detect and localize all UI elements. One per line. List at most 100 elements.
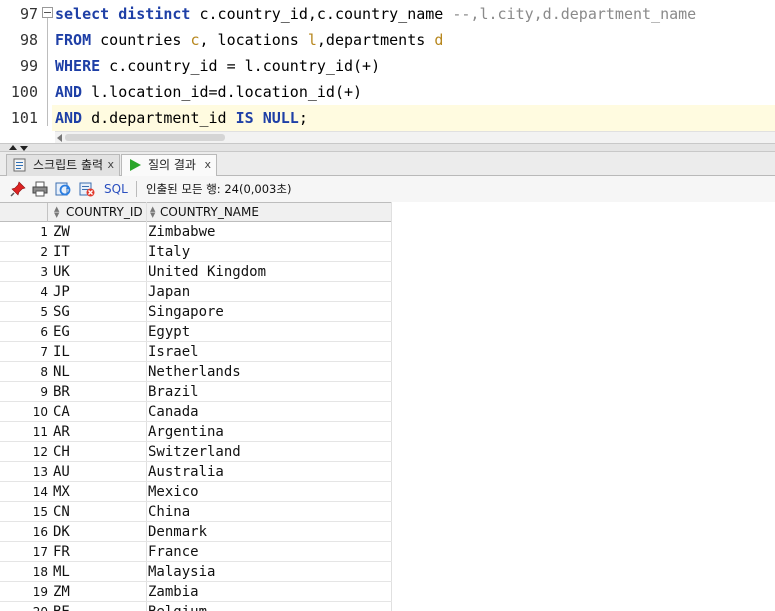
row-number: 14 [32,485,48,499]
table-row[interactable]: 9 BR Brazil [0,382,392,402]
line-number: 100 [10,83,38,101]
code-line[interactable]: WHERE c.country_id = l.country_id(+) [55,53,380,79]
country-name-cell[interactable]: Denmark [148,522,207,542]
code-text: d.department_id [82,109,236,127]
country-id-cell[interactable]: BE [53,602,70,611]
tab-label: 질의 결과 [148,158,196,172]
code-line[interactable]: AND l.location_id=d.location_id(+) [55,79,362,105]
country-name-cell[interactable]: Singapore [148,302,224,322]
country-name-cell[interactable]: Malaysia [148,562,215,582]
table-alias: d [434,31,444,49]
country-name-cell[interactable]: France [148,542,199,562]
row-number: 12 [32,445,48,459]
country-id-cell[interactable]: SG [53,302,70,322]
country-name-cell[interactable]: Argentina [148,422,224,442]
table-row[interactable]: 2 IT Italy [0,242,392,262]
country-id-cell[interactable]: CA [53,402,70,422]
country-id-cell[interactable]: JP [53,282,70,302]
country-name-cell[interactable]: Italy [148,242,190,262]
table-row[interactable]: 10 CA Canada [0,402,392,422]
pane-splitter[interactable] [0,143,775,152]
table-row[interactable]: 19 ZM Zambia [0,582,392,602]
editor-horizontal-scrollbar[interactable] [55,131,775,143]
country-id-cell[interactable]: ML [53,562,70,582]
country-name-cell[interactable]: Zambia [148,582,199,602]
row-number: 16 [32,525,48,539]
fetch-status: 인출된 모든 행: 24(0,003초) [146,182,292,196]
column-header-country-id[interactable]: ▲ ▼ COUNTRY_ID [48,203,147,222]
collapse-up-icon[interactable] [9,145,17,150]
table-row[interactable]: 11 AR Argentina [0,422,392,442]
country-id-cell[interactable]: UK [53,262,70,282]
scroll-left-icon[interactable] [57,134,62,142]
row-number: 5 [40,305,48,319]
table-row[interactable]: 15 CN China [0,502,392,522]
country-id-cell[interactable]: AU [53,462,70,482]
country-id-cell[interactable]: BR [53,382,70,402]
code-line[interactable]: FROM countries c, locations l,department… [55,27,443,53]
pin-icon[interactable] [10,181,26,197]
table-row[interactable]: 3 UK United Kingdom [0,262,392,282]
code-line[interactable]: select distinct c.country_id,c.country_n… [55,1,696,27]
country-name-cell[interactable]: Australia [148,462,224,482]
fold-collapse-icon[interactable] [42,7,53,18]
refresh-icon[interactable] [55,181,71,197]
country-name-cell[interactable]: Netherlands [148,362,241,382]
country-name-cell[interactable]: Mexico [148,482,199,502]
country-name-cell[interactable]: Switzerland [148,442,241,462]
country-id-cell[interactable]: CH [53,442,70,462]
result-toolbar: SQL 인출된 모든 행: 24(0,003초) [0,176,775,202]
table-row[interactable]: 1 ZW Zimbabwe [0,222,392,242]
collapse-down-icon[interactable] [20,146,28,151]
sql-button[interactable]: SQL [104,180,128,198]
country-id-cell[interactable]: FR [53,542,70,562]
table-row[interactable]: 20 BE Belgium [0,602,392,611]
country-id-cell[interactable]: MX [53,482,70,502]
row-number: 1 [40,225,48,239]
row-number: 6 [40,325,48,339]
code-line[interactable]: AND d.department_id IS NULL; [55,105,308,131]
table-row[interactable]: 18 ML Malaysia [0,562,392,582]
row-number: 18 [32,565,48,579]
country-id-cell[interactable]: IT [53,242,70,262]
table-row[interactable]: 14 MX Mexico [0,482,392,502]
table-row[interactable]: 6 EG Egypt [0,322,392,342]
country-id-cell[interactable]: ZM [53,582,70,602]
table-row[interactable]: 13 AU Australia [0,462,392,482]
table-row[interactable]: 8 NL Netherlands [0,362,392,382]
line-number: 98 [19,31,38,49]
country-id-cell[interactable]: AR [53,422,70,442]
sql-editor[interactable]: 97 98 99 100 101 select distinct c.count… [0,0,775,143]
country-id-cell[interactable]: IL [53,342,70,362]
country-name-cell[interactable]: Brazil [148,382,199,402]
country-name-cell[interactable]: United Kingdom [148,262,266,282]
column-header-country-name[interactable]: ▲ ▼ COUNTRY_NAME [147,203,392,222]
cancel-query-icon[interactable] [79,181,95,197]
country-name-cell[interactable]: Canada [148,402,199,422]
scrollbar-thumb[interactable] [65,134,225,141]
country-name-cell[interactable]: Israel [148,342,199,362]
country-id-cell[interactable]: NL [53,362,70,382]
country-id-cell[interactable]: DK [53,522,70,542]
table-row[interactable]: 4 JP Japan [0,282,392,302]
country-id-cell[interactable]: CN [53,502,70,522]
sort-icon: ▲ ▼ [54,205,60,219]
line-number: 97 [19,5,38,23]
country-name-cell[interactable]: Japan [148,282,190,302]
tab-script-output[interactable]: 스크립트 출력 x [6,154,120,176]
table-row[interactable]: 16 DK Denmark [0,522,392,542]
country-name-cell[interactable]: Egypt [148,322,190,342]
table-row[interactable]: 17 FR France [0,542,392,562]
country-name-cell[interactable]: Zimbabwe [148,222,215,242]
close-tab-icon[interactable]: x [204,155,211,175]
close-tab-icon[interactable]: x [107,155,114,175]
country-name-cell[interactable]: China [148,502,190,522]
country-id-cell[interactable]: EG [53,322,70,342]
table-row[interactable]: 7 IL Israel [0,342,392,362]
table-row[interactable]: 12 CH Switzerland [0,442,392,462]
country-id-cell[interactable]: ZW [53,222,70,242]
country-name-cell[interactable]: Belgium [148,602,207,611]
tab-query-result[interactable]: 질의 결과 x [121,154,217,177]
table-row[interactable]: 5 SG Singapore [0,302,392,322]
print-icon[interactable] [32,181,48,197]
